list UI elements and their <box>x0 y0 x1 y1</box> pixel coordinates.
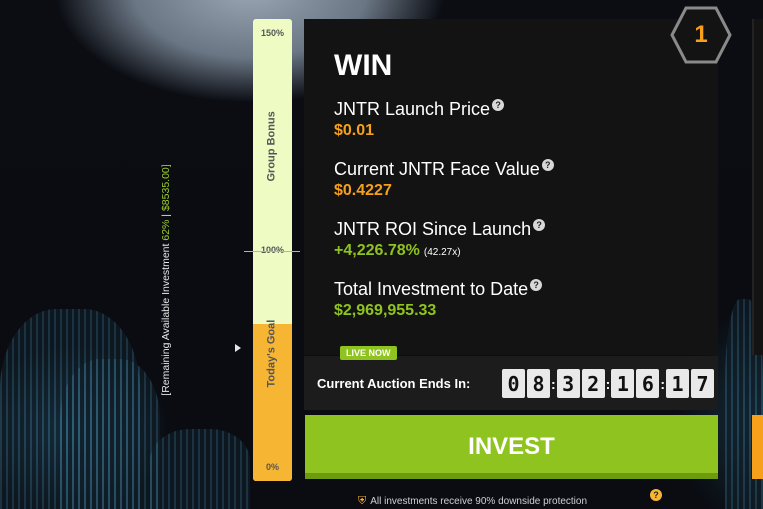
tree-decoration <box>60 359 160 509</box>
footer-text: All investments receive 90% downside pro… <box>370 496 588 507</box>
stat-label: Total Investment to Date <box>334 279 529 299</box>
countdown-digit: 1 <box>611 369 635 398</box>
downside-protection-note: ⛨ All investments receive 90% downside pr… <box>358 495 587 508</box>
stat-value: $2,969,955.33 <box>334 302 437 319</box>
remaining-prefix: [Remaining Available Investment <box>160 243 172 396</box>
help-icon[interactable]: ? <box>492 99 505 111</box>
stat-launch-price: JNTR Launch Price? $0.01 <box>334 99 505 140</box>
progress-bar: 150% 100% 0% Group Bonus Today's Goal <box>253 19 292 481</box>
stat-roi: JNTR ROI Since Launch? +4,226.78% (42.27x… <box>334 219 546 260</box>
auction-number-badge: 1 <box>669 5 733 65</box>
stat-label: Current JNTR Face Value <box>334 159 540 179</box>
live-now-badge: LIVE NOW <box>340 346 397 360</box>
countdown-digit: 2 <box>581 369 605 398</box>
stat-value: $0.01 <box>334 122 375 139</box>
progress-pointer-icon <box>235 344 241 352</box>
stat-label: JNTR Launch Price <box>334 99 491 119</box>
tick-100: 100% <box>260 245 285 255</box>
stat-value: +4,226.78% <box>334 242 420 259</box>
invest-button[interactable]: INVEST <box>305 415 718 479</box>
remaining-divider: | <box>160 213 172 217</box>
remaining-investment-label: [Remaining Available Investment 62% | $8… <box>160 135 176 425</box>
help-icon[interactable]: ? <box>530 279 543 291</box>
panel-title: WIN <box>334 49 393 82</box>
countdown-timer: 0 8 : 3 2 : 1 6 : 1 7 <box>502 369 716 398</box>
countdown-digit: 6 <box>636 369 660 398</box>
shield-icon: ⛨ <box>358 495 367 507</box>
help-icon[interactable]: ? <box>650 489 662 501</box>
todays-goal-label: Today's Goal <box>265 319 278 388</box>
tick-150: 150% <box>260 28 285 38</box>
remaining-amount: $8535.00] <box>160 164 172 212</box>
group-bonus-label: Group Bonus <box>265 111 278 182</box>
next-card-edge <box>752 19 763 355</box>
countdown-digit: 8 <box>527 369 550 398</box>
stat-total-investment: Total Investment to Date? $2,969,955.33 <box>334 279 543 320</box>
countdown-digit: 7 <box>691 369 715 398</box>
roi-multiplier: (42.27x) <box>423 247 461 258</box>
stat-label: JNTR ROI Since Launch <box>334 219 532 239</box>
win-panel: WIN JNTR Launch Price? $0.01 Current JNT… <box>304 19 718 355</box>
countdown-digit: 0 <box>502 369 525 398</box>
countdown-separator: : <box>605 375 611 392</box>
help-icon[interactable]: ? <box>541 159 554 171</box>
badge-number: 1 <box>694 21 708 48</box>
remaining-percent: 62% <box>160 219 172 241</box>
countdown-separator: : <box>551 375 556 392</box>
auction-ends-label: Current Auction Ends In: <box>317 376 471 391</box>
countdown-separator: : <box>660 375 666 392</box>
countdown-digit: 1 <box>666 369 690 398</box>
tree-decoration <box>150 429 250 509</box>
countdown-digit: 3 <box>556 369 580 398</box>
help-icon[interactable]: ? <box>533 219 546 231</box>
next-card-button-edge[interactable] <box>752 415 763 479</box>
hundred-percent-marker <box>244 251 300 252</box>
stat-face-value: Current JNTR Face Value? $0.4227 <box>334 159 554 200</box>
stat-value: $0.4227 <box>334 182 392 199</box>
tick-0: 0% <box>265 462 279 472</box>
